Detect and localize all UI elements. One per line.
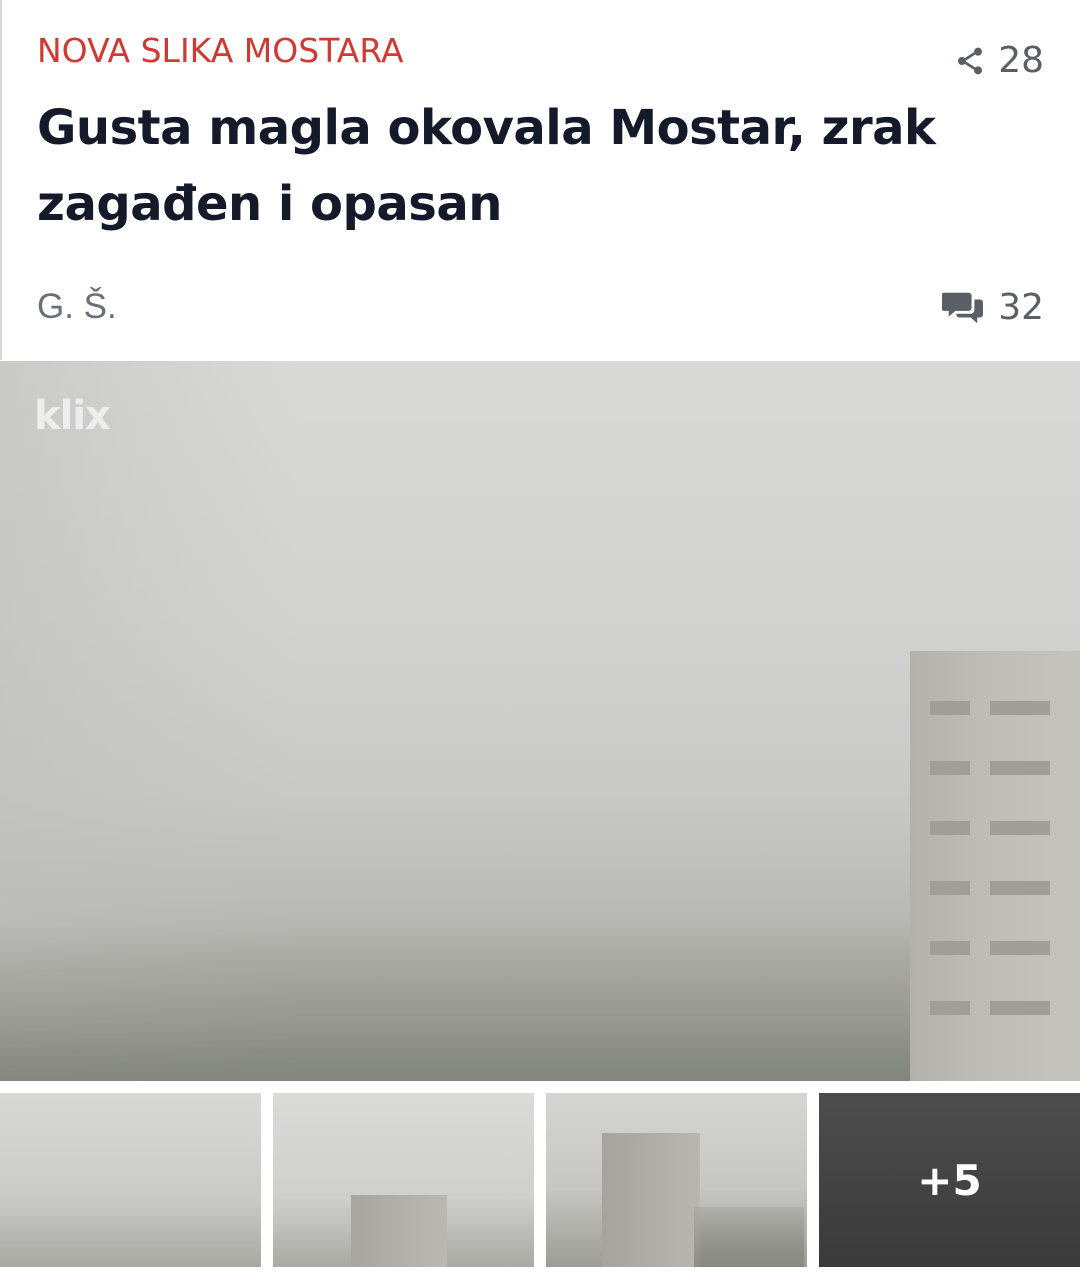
article-headline[interactable]: Gusta magla okovala Mostar, zrak zagađen… xyxy=(37,90,977,242)
article-author: G. Š. xyxy=(37,287,117,326)
apartment-building xyxy=(910,651,1080,1081)
gallery-more-thumbnail[interactable]: +5 xyxy=(819,1093,1080,1267)
left-border xyxy=(0,0,2,360)
article-kicker[interactable]: NOVA SLIKA MOSTARA xyxy=(37,31,404,70)
gallery-thumbnail[interactable] xyxy=(546,1093,807,1267)
comment-count: 32 xyxy=(998,287,1044,328)
klix-watermark: klix xyxy=(34,393,111,439)
gallery-thumbnail[interactable] xyxy=(273,1093,534,1267)
thumbnail-building xyxy=(351,1195,447,1267)
thumbnail-building xyxy=(602,1133,700,1267)
comments-button[interactable]: 32 xyxy=(942,287,1044,328)
comments-icon xyxy=(942,292,984,323)
share-button[interactable]: 28 xyxy=(954,40,1044,81)
main-photo[interactable]: klix xyxy=(0,361,1080,1081)
more-photos-count: +5 xyxy=(917,1155,982,1205)
thumbnail-ground xyxy=(694,1207,804,1267)
city-ground xyxy=(0,921,920,1081)
share-count: 28 xyxy=(998,40,1044,81)
gallery-thumbnails: +5 xyxy=(0,1093,1080,1267)
share-icon xyxy=(958,47,983,74)
gallery-thumbnail[interactable] xyxy=(0,1093,261,1267)
